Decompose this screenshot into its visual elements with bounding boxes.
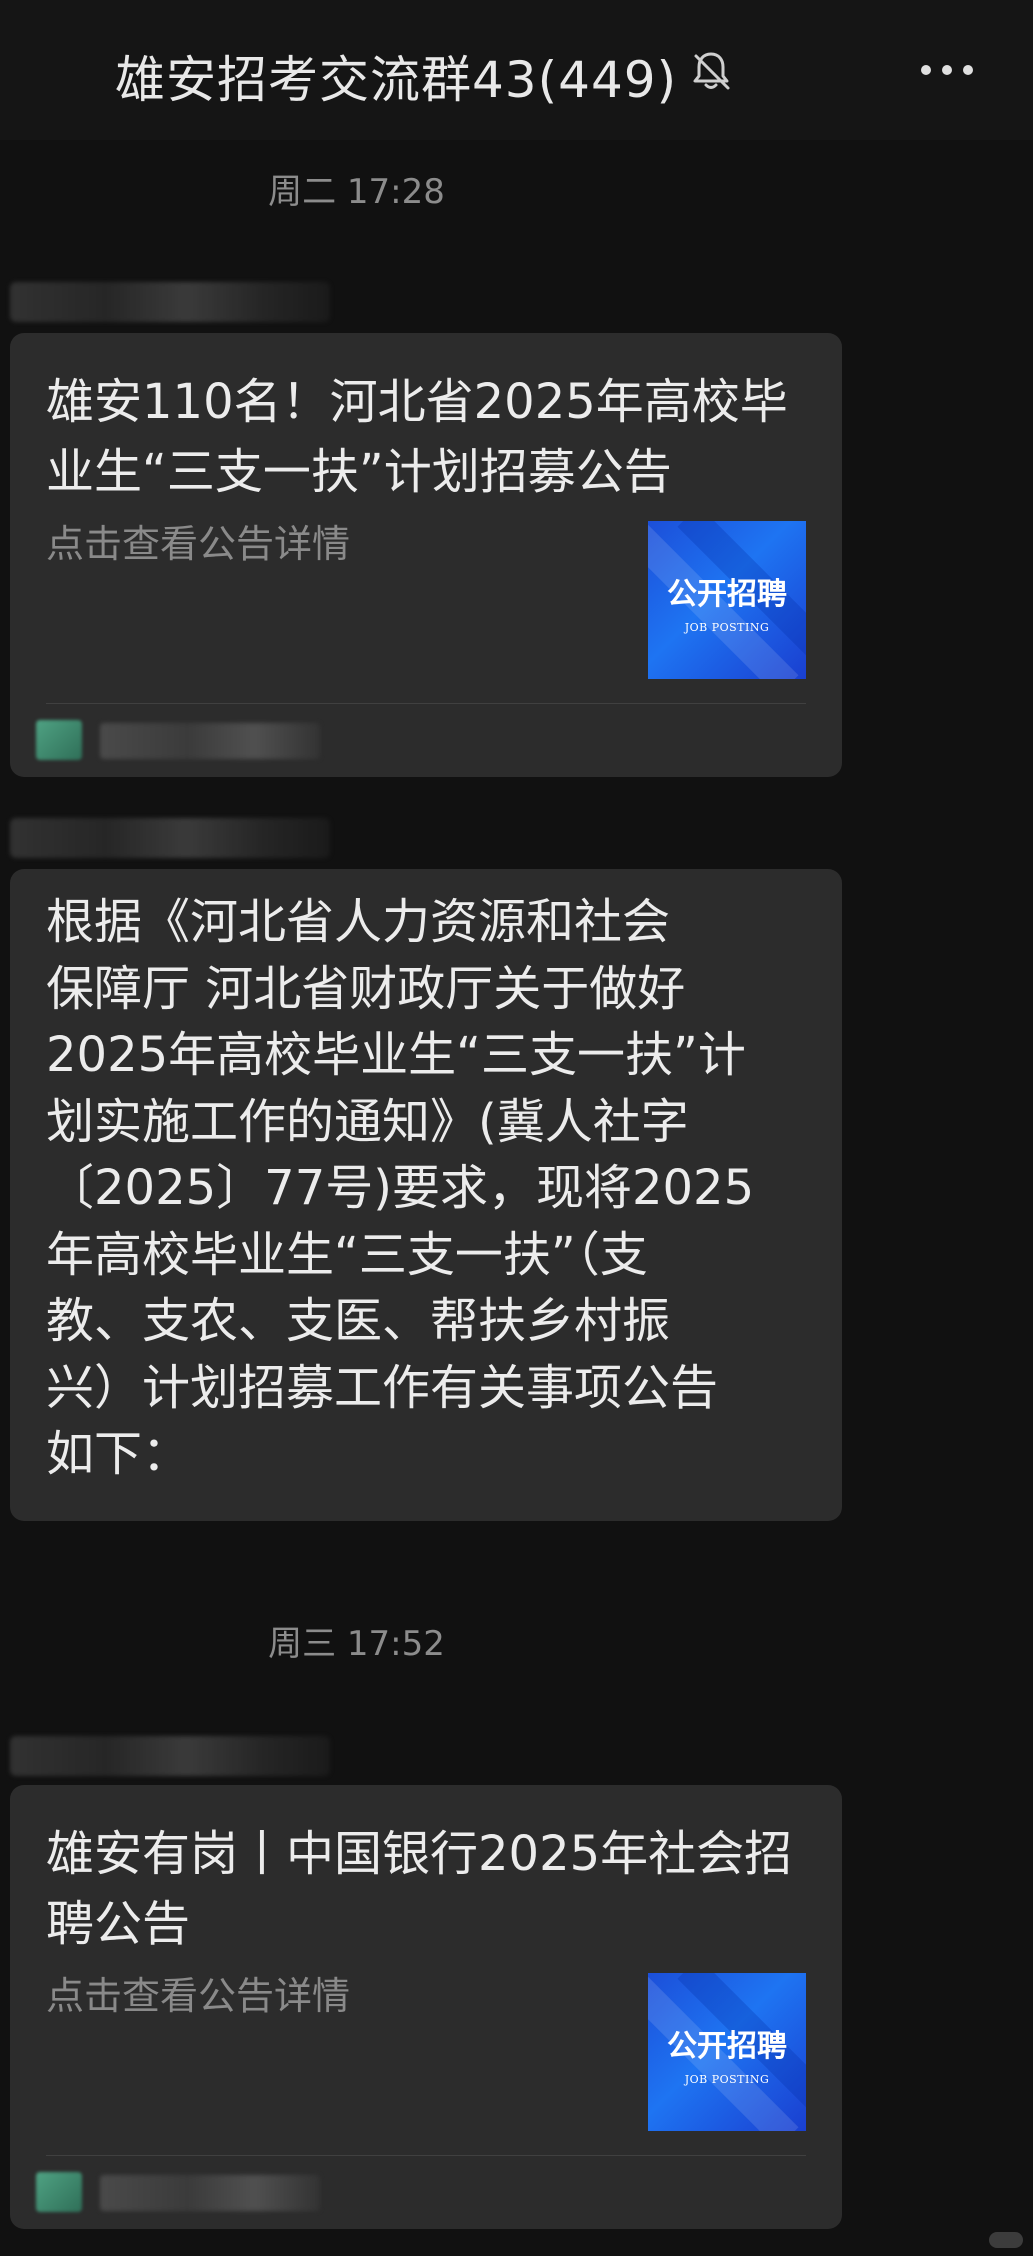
- message-text: 根据《河北省人力资源和社会 保障厅 河北省财政厅关于做好 2025年高校毕业生“…: [46, 894, 755, 1482]
- sender-name-blurred: [10, 1736, 330, 1776]
- time-divider: 周三 17:52: [268, 1624, 445, 1664]
- sender-name-blurred: [10, 818, 330, 858]
- more-dots-icon[interactable]: [918, 60, 976, 80]
- link-card-message[interactable]: 雄安有岗丨中国银行2025年社会招聘公告 点击查看公告详情 公开招聘 JOB P…: [10, 1785, 842, 2229]
- thumbnail-title: 公开招聘: [667, 2029, 787, 2064]
- sender-name-blurred: [10, 282, 330, 322]
- card-thumbnail: 公开招聘 JOB POSTING: [648, 1973, 806, 2131]
- card-divider: [46, 703, 806, 704]
- thumbnail-subtitle: JOB POSTING: [684, 2073, 770, 2086]
- card-divider: [46, 2155, 806, 2156]
- text-message[interactable]: 根据《河北省人力资源和社会 保障厅 河北省财政厅关于做好 2025年高校毕业生“…: [10, 869, 842, 1521]
- source-name-blurred: [100, 2175, 320, 2211]
- card-thumbnail: 公开招聘 JOB POSTING: [648, 521, 806, 679]
- group-title[interactable]: 雄安招考交流群43(449): [115, 40, 677, 112]
- thumbnail-subtitle: JOB POSTING: [684, 621, 770, 634]
- card-title: 雄安110名！河北省2025年高校毕业生“三支一扶”计划招募公告: [46, 374, 788, 500]
- chat-header: 雄安招考交流群43(449): [0, 0, 1033, 140]
- thumbnail-title: 公开招聘: [667, 577, 787, 612]
- bell-off-icon: [693, 52, 730, 90]
- card-subtitle: 点击查看公告详情: [46, 1974, 351, 2018]
- card-subtitle: 点击查看公告详情: [46, 522, 351, 566]
- source-name-blurred: [100, 723, 320, 759]
- card-title: 雄安有岗丨中国银行2025年社会招聘公告: [46, 1826, 793, 1952]
- watermark-badge: [989, 2232, 1023, 2248]
- time-divider: 周二 17:28: [268, 172, 445, 212]
- source-avatar-icon: [36, 720, 82, 760]
- source-avatar-icon: [36, 2172, 82, 2212]
- link-card-message[interactable]: 雄安110名！河北省2025年高校毕业生“三支一扶”计划招募公告 点击查看公告详…: [10, 333, 842, 777]
